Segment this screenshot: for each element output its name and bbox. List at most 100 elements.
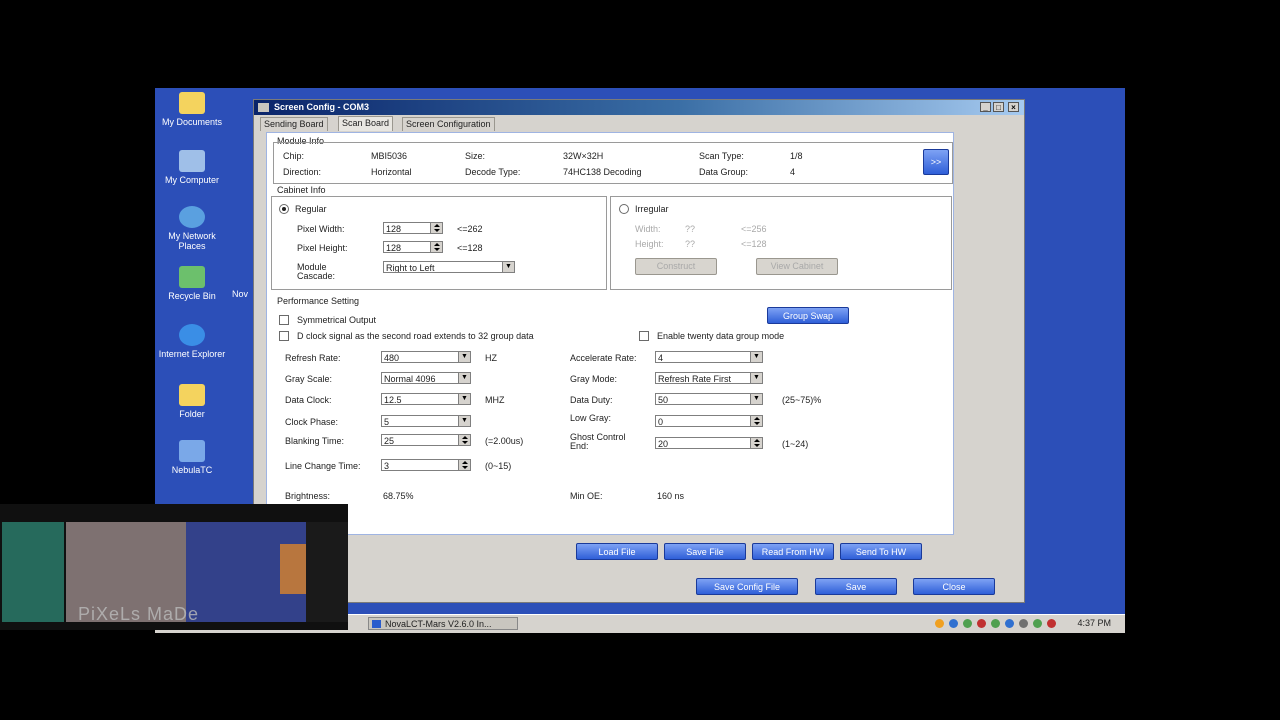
spinner-icon[interactable] bbox=[430, 223, 442, 233]
data-clock-select[interactable]: 12.5 ▼ bbox=[381, 393, 471, 405]
pixel-width-input[interactable]: 128 bbox=[383, 222, 443, 234]
d-clock-label: D clock signal as the second road extend… bbox=[297, 331, 534, 341]
screen-config-window: Screen Config - COM3 _ □ × Sending Board… bbox=[253, 99, 1025, 603]
width-label: Width: bbox=[635, 224, 661, 234]
cabinet-info-heading: Cabinet Info bbox=[277, 185, 326, 195]
accelerate-rate-select[interactable]: 4 ▼ bbox=[655, 351, 763, 363]
pixel-height-label: Pixel Height: bbox=[297, 243, 348, 253]
refresh-rate-select[interactable]: 480 ▼ bbox=[381, 351, 471, 363]
desktop-icon-internet-explorer[interactable]: Internet Explorer bbox=[155, 324, 229, 359]
ghost-control-input[interactable]: 20 bbox=[655, 437, 763, 449]
scan-type-label: Scan Type: bbox=[699, 151, 744, 161]
load-file-button[interactable]: Load File bbox=[576, 543, 658, 560]
minimize-icon[interactable]: _ bbox=[980, 102, 991, 112]
spinner-icon[interactable] bbox=[458, 435, 470, 445]
construct-button[interactable]: Construct bbox=[635, 258, 717, 275]
maximize-icon[interactable]: □ bbox=[993, 102, 1004, 112]
blanking-time-value: 25 bbox=[384, 436, 395, 446]
save-config-file-button[interactable]: Save Config File bbox=[696, 578, 798, 595]
chevron-down-icon[interactable]: ▼ bbox=[502, 262, 514, 272]
d-clock-checkbox[interactable] bbox=[279, 331, 289, 341]
clock-phase-value: 5 bbox=[384, 417, 390, 427]
tray-icon[interactable] bbox=[963, 619, 972, 628]
module-more-button[interactable]: >> bbox=[923, 149, 949, 175]
gray-scale-select[interactable]: Normal 4096 ▼ bbox=[381, 372, 471, 384]
desktop-icon-network[interactable]: My Network Places bbox=[155, 206, 229, 251]
symmetrical-output-label: Symmetrical Output bbox=[297, 315, 377, 325]
desktop-icon-nebulatc[interactable]: NebulaTC bbox=[155, 440, 229, 475]
spinner-icon[interactable] bbox=[750, 438, 762, 448]
blanking-time-input[interactable]: 25 bbox=[381, 434, 471, 446]
tray-icon[interactable] bbox=[1005, 619, 1014, 628]
accelerate-rate-value: 4 bbox=[658, 353, 664, 363]
chevron-down-icon[interactable]: ▼ bbox=[750, 373, 762, 383]
height-limit: <=128 bbox=[741, 239, 767, 249]
scan-board-panel: Module Info Chip: MBI5036 Size: 32W×32H … bbox=[266, 132, 954, 535]
chevron-down-icon[interactable]: ▼ bbox=[750, 352, 762, 362]
send-to-hw-button[interactable]: Send To HW bbox=[840, 543, 922, 560]
pixel-height-input[interactable]: 128 bbox=[383, 241, 443, 253]
line-change-value: 3 bbox=[384, 461, 390, 471]
desktop-icon-my-documents[interactable]: My Documents bbox=[155, 92, 229, 127]
chevron-down-icon[interactable]: ▼ bbox=[458, 394, 470, 404]
tray-icon[interactable] bbox=[991, 619, 1000, 628]
pixel-width-limit: <=262 bbox=[457, 224, 483, 234]
tab-scan-board[interactable]: Scan Board bbox=[338, 116, 394, 131]
spinner-icon[interactable] bbox=[458, 460, 470, 470]
desktop-icon-folder[interactable]: Folder bbox=[155, 384, 229, 419]
video-overlay-caption: PiXeLs MaDe bbox=[78, 604, 200, 624]
line-change-note: (0~15) bbox=[485, 461, 512, 471]
chip-label: Chip: bbox=[283, 151, 305, 161]
irregular-radio[interactable] bbox=[619, 204, 629, 214]
close-icon[interactable]: × bbox=[1008, 102, 1019, 112]
volume-icon[interactable] bbox=[1019, 619, 1028, 628]
led-panel-image bbox=[306, 522, 348, 622]
desktop-icon-my-computer[interactable]: My Computer bbox=[155, 150, 229, 185]
chevron-down-icon[interactable]: ▼ bbox=[750, 394, 762, 404]
line-change-input[interactable]: 3 bbox=[381, 459, 471, 471]
chevron-down-icon[interactable]: ▼ bbox=[458, 352, 470, 362]
read-from-hw-button[interactable]: Read From HW bbox=[752, 543, 834, 560]
chevron-down-icon[interactable]: ▼ bbox=[458, 416, 470, 426]
taskbar-task-button[interactable]: NovaLCT-Mars V2.6.0 In... bbox=[368, 617, 518, 630]
desktop-icon-label: Recycle Bin bbox=[168, 291, 216, 301]
size-value: 32W×32H bbox=[563, 151, 604, 161]
pixel-width-value: 128 bbox=[386, 224, 402, 234]
regular-radio[interactable] bbox=[279, 204, 289, 214]
clock-phase-select[interactable]: 5 ▼ bbox=[381, 415, 471, 427]
spinner-icon[interactable] bbox=[430, 242, 442, 252]
close-button[interactable]: Close bbox=[913, 578, 995, 595]
folder-icon bbox=[179, 92, 205, 114]
led-panel-image bbox=[2, 522, 64, 622]
chevron-down-icon[interactable]: ▼ bbox=[458, 373, 470, 383]
window-titlebar[interactable]: Screen Config - COM3 _ □ × bbox=[254, 100, 1024, 115]
desktop-icon-label: My Computer bbox=[164, 175, 219, 185]
save-file-button[interactable]: Save File bbox=[664, 543, 746, 560]
module-cascade-label: Module Cascade: bbox=[297, 262, 336, 281]
desktop-icon-label: Folder bbox=[179, 409, 205, 419]
group-swap-button[interactable]: Group Swap bbox=[767, 307, 849, 324]
tray-icon[interactable] bbox=[977, 619, 986, 628]
gray-mode-select[interactable]: Refresh Rate First ▼ bbox=[655, 372, 763, 384]
refresh-rate-label: Refresh Rate: bbox=[285, 353, 341, 363]
tray-icon[interactable] bbox=[1033, 619, 1042, 628]
tray-icon[interactable] bbox=[935, 619, 944, 628]
low-gray-input[interactable]: 0 bbox=[655, 415, 763, 427]
height-label: Height: bbox=[635, 239, 664, 249]
scan-type-value: 1/8 bbox=[790, 151, 803, 161]
data-duty-select[interactable]: 50 ▼ bbox=[655, 393, 763, 405]
tab-sending-board[interactable]: Sending Board bbox=[260, 117, 328, 131]
desktop-icon-recycle-bin[interactable]: Recycle Bin bbox=[155, 266, 229, 301]
twenty-group-checkbox[interactable] bbox=[639, 331, 649, 341]
tab-screen-configuration[interactable]: Screen Configuration bbox=[402, 117, 495, 131]
spinner-icon[interactable] bbox=[750, 416, 762, 426]
save-button[interactable]: Save bbox=[815, 578, 897, 595]
tray-icon[interactable] bbox=[949, 619, 958, 628]
ghost-control-value: 20 bbox=[658, 439, 669, 449]
symmetrical-output-checkbox[interactable] bbox=[279, 315, 289, 325]
view-cabinet-button[interactable]: View Cabinet bbox=[756, 258, 838, 275]
ghost-control-note: (1~24) bbox=[782, 439, 809, 449]
module-cascade-select[interactable]: Right to Left ▼ bbox=[383, 261, 515, 273]
tray-icon[interactable] bbox=[1047, 619, 1056, 628]
taskbar-clock: 4:37 PM bbox=[1077, 618, 1111, 628]
